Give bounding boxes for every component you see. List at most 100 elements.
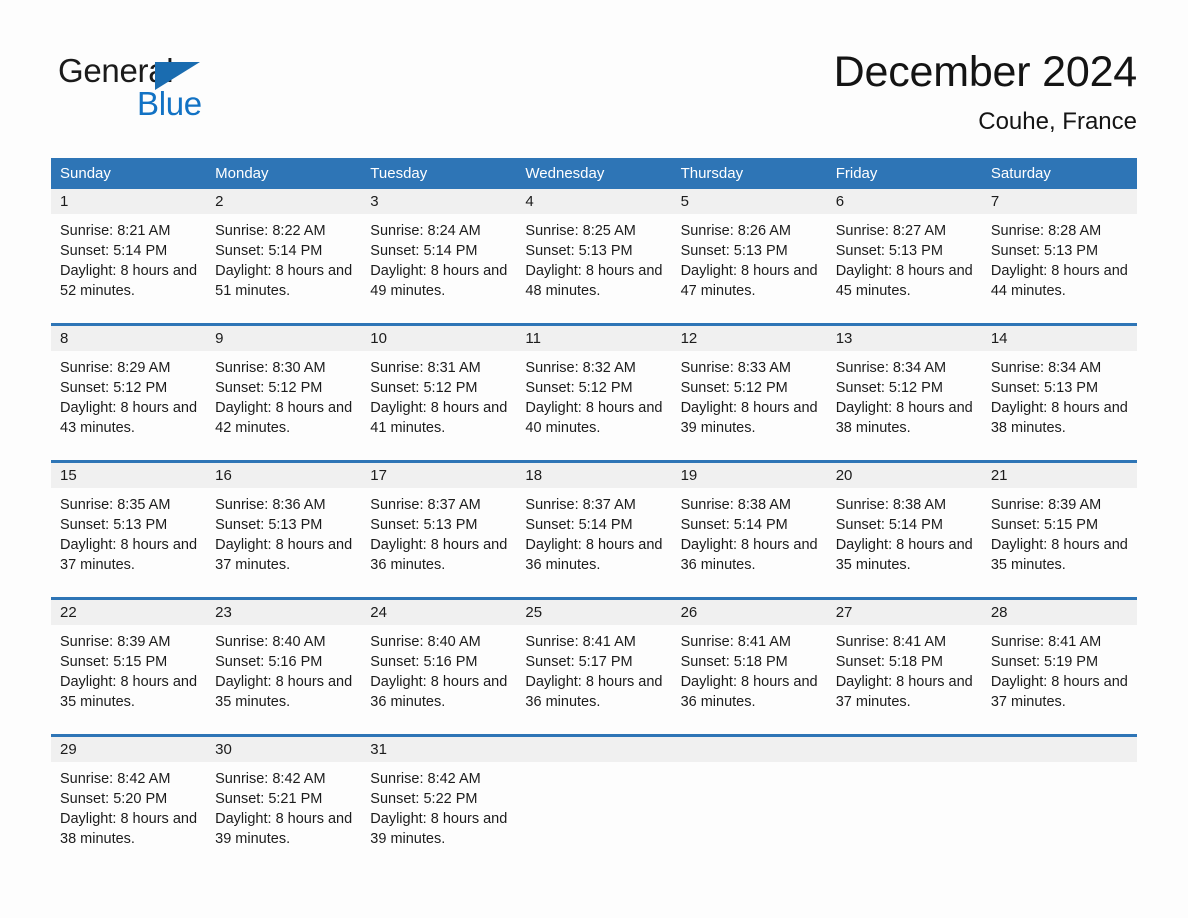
- day-number[interactable]: 29: [51, 737, 206, 762]
- day-number[interactable]: 25: [516, 600, 671, 625]
- day-cell[interactable]: Sunrise: 8:38 AM Sunset: 5:14 PM Dayligh…: [672, 488, 827, 597]
- day-cell[interactable]: Sunrise: 8:39 AM Sunset: 5:15 PM Dayligh…: [982, 488, 1137, 597]
- day-cell[interactable]: Sunrise: 8:41 AM Sunset: 5:18 PM Dayligh…: [672, 625, 827, 734]
- day-cell[interactable]: Sunrise: 8:42 AM Sunset: 5:22 PM Dayligh…: [361, 762, 516, 874]
- day-cell[interactable]: Sunrise: 8:27 AM Sunset: 5:13 PM Dayligh…: [827, 214, 982, 323]
- daylight-text: Daylight: 8 hours and 42 minutes.: [215, 400, 353, 436]
- day-cell[interactable]: Sunrise: 8:30 AM Sunset: 5:12 PM Dayligh…: [206, 351, 361, 460]
- day-cell[interactable]: Sunrise: 8:29 AM Sunset: 5:12 PM Dayligh…: [51, 351, 206, 460]
- day-number[interactable]: 26: [672, 600, 827, 625]
- day-number[interactable]: 10: [361, 326, 516, 351]
- day-number[interactable]: 2: [206, 189, 361, 214]
- day-number[interactable]: 27: [827, 600, 982, 625]
- day-cell[interactable]: Sunrise: 8:21 AM Sunset: 5:14 PM Dayligh…: [51, 214, 206, 323]
- day-cell[interactable]: Sunrise: 8:42 AM Sunset: 5:21 PM Dayligh…: [206, 762, 361, 874]
- sunset-text: Sunset: 5:13 PM: [990, 380, 1099, 396]
- day-number[interactable]: 5: [672, 189, 827, 214]
- sunrise-text: Sunrise: 8:21 AM: [60, 223, 171, 239]
- day-number[interactable]: 6: [827, 189, 982, 214]
- day-number[interactable]: 8: [51, 326, 206, 351]
- day-number[interactable]: 11: [516, 326, 671, 351]
- day-number-empty: [672, 737, 827, 762]
- day-detail-band: Sunrise: 8:29 AM Sunset: 5:12 PM Dayligh…: [51, 351, 1137, 460]
- day-cell[interactable]: Sunrise: 8:31 AM Sunset: 5:12 PM Dayligh…: [361, 351, 516, 460]
- sunset-text: Sunset: 5:13 PM: [215, 517, 323, 533]
- day-cell[interactable]: Sunrise: 8:41 AM Sunset: 5:17 PM Dayligh…: [516, 625, 671, 734]
- day-number[interactable]: 3: [361, 189, 516, 214]
- day-number[interactable]: 30: [206, 737, 361, 762]
- day-cell[interactable]: Sunrise: 8:32 AM Sunset: 5:12 PM Dayligh…: [516, 351, 671, 460]
- sunrise-text: Sunrise: 8:25 AM: [525, 223, 636, 239]
- day-number[interactable]: 18: [516, 463, 671, 488]
- day-number[interactable]: 9: [206, 326, 361, 351]
- day-cell[interactable]: Sunrise: 8:26 AM Sunset: 5:13 PM Dayligh…: [672, 214, 827, 323]
- sunset-text: Sunset: 5:15 PM: [60, 654, 168, 670]
- daylight-text: Daylight: 8 hours and 39 minutes.: [680, 400, 818, 436]
- sunrise-text: Sunrise: 8:41 AM: [990, 634, 1102, 650]
- sunrise-text: Sunrise: 8:34 AM: [990, 360, 1102, 376]
- week-row: 22 23 24 25 26 27 28 Sunrise: 8:39 AM Su…: [51, 597, 1137, 734]
- week-row: 15 16 17 18 19 20 21 Sunrise: 8:35 AM Su…: [51, 460, 1137, 597]
- day-cell[interactable]: Sunrise: 8:42 AM Sunset: 5:20 PM Dayligh…: [51, 762, 206, 874]
- day-cell[interactable]: Sunrise: 8:40 AM Sunset: 5:16 PM Dayligh…: [206, 625, 361, 734]
- sunset-text: Sunset: 5:22 PM: [370, 791, 478, 807]
- weekday-header-friday: Friday: [835, 165, 878, 182]
- day-number[interactable]: 31: [361, 737, 516, 762]
- day-cell-empty: [672, 762, 827, 874]
- day-number[interactable]: 17: [361, 463, 516, 488]
- sunset-text: Sunset: 5:19 PM: [990, 654, 1099, 670]
- day-cell-empty: [516, 762, 671, 874]
- day-number[interactable]: 13: [827, 326, 982, 351]
- day-number-empty: [516, 737, 671, 762]
- day-cell[interactable]: Sunrise: 8:28 AM Sunset: 5:13 PM Dayligh…: [982, 214, 1137, 323]
- daylight-text: Daylight: 8 hours and 37 minutes.: [835, 674, 973, 710]
- day-cell[interactable]: Sunrise: 8:36 AM Sunset: 5:13 PM Dayligh…: [206, 488, 361, 597]
- day-cell-empty: [827, 762, 982, 874]
- day-number[interactable]: 21: [982, 463, 1137, 488]
- brand-logo[interactable]: General Blue: [58, 52, 258, 132]
- day-number[interactable]: 19: [672, 463, 827, 488]
- day-cell[interactable]: Sunrise: 8:33 AM Sunset: 5:12 PM Dayligh…: [672, 351, 827, 460]
- day-cell[interactable]: Sunrise: 8:37 AM Sunset: 5:14 PM Dayligh…: [516, 488, 671, 597]
- sunrise-text: Sunrise: 8:36 AM: [215, 497, 326, 513]
- day-cell[interactable]: Sunrise: 8:37 AM Sunset: 5:13 PM Dayligh…: [361, 488, 516, 597]
- day-number[interactable]: 22: [51, 600, 206, 625]
- day-number-band: 22 23 24 25 26 27 28: [51, 600, 1137, 625]
- brand-name-blue: Blue: [137, 85, 202, 122]
- day-number[interactable]: 14: [982, 326, 1137, 351]
- sunset-text: Sunset: 5:13 PM: [370, 517, 478, 533]
- sunrise-text: Sunrise: 8:31 AM: [370, 360, 481, 376]
- day-number-band: 15 16 17 18 19 20 21: [51, 463, 1137, 488]
- day-number[interactable]: 15: [51, 463, 206, 488]
- day-number-empty: [982, 737, 1137, 762]
- day-cell[interactable]: Sunrise: 8:24 AM Sunset: 5:14 PM Dayligh…: [361, 214, 516, 323]
- day-cell[interactable]: Sunrise: 8:22 AM Sunset: 5:14 PM Dayligh…: [206, 214, 361, 323]
- day-cell[interactable]: Sunrise: 8:40 AM Sunset: 5:16 PM Dayligh…: [361, 625, 516, 734]
- daylight-text: Daylight: 8 hours and 35 minutes.: [835, 537, 973, 573]
- location-subtitle: Couhe, France: [978, 108, 1137, 135]
- day-cell[interactable]: Sunrise: 8:41 AM Sunset: 5:19 PM Dayligh…: [982, 625, 1137, 734]
- day-number[interactable]: 4: [516, 189, 671, 214]
- sunrise-text: Sunrise: 8:29 AM: [60, 360, 171, 376]
- day-cell[interactable]: Sunrise: 8:34 AM Sunset: 5:13 PM Dayligh…: [982, 351, 1137, 460]
- day-number[interactable]: 7: [982, 189, 1137, 214]
- sunset-text: Sunset: 5:12 PM: [680, 380, 788, 396]
- day-number[interactable]: 12: [672, 326, 827, 351]
- day-number[interactable]: 23: [206, 600, 361, 625]
- day-number[interactable]: 24: [361, 600, 516, 625]
- day-number[interactable]: 20: [827, 463, 982, 488]
- day-cell[interactable]: Sunrise: 8:41 AM Sunset: 5:18 PM Dayligh…: [827, 625, 982, 734]
- day-cell[interactable]: Sunrise: 8:25 AM Sunset: 5:13 PM Dayligh…: [516, 214, 671, 323]
- daylight-text: Daylight: 8 hours and 52 minutes.: [60, 263, 198, 299]
- day-cell[interactable]: Sunrise: 8:34 AM Sunset: 5:12 PM Dayligh…: [827, 351, 982, 460]
- day-detail-band: Sunrise: 8:35 AM Sunset: 5:13 PM Dayligh…: [51, 488, 1137, 597]
- week-row: 8 9 10 11 12 13 14 Sunrise: 8:29 AM Suns…: [51, 323, 1137, 460]
- day-cell[interactable]: Sunrise: 8:38 AM Sunset: 5:14 PM Dayligh…: [827, 488, 982, 597]
- day-cell[interactable]: Sunrise: 8:39 AM Sunset: 5:15 PM Dayligh…: [51, 625, 206, 734]
- day-number[interactable]: 28: [982, 600, 1137, 625]
- day-number[interactable]: 16: [206, 463, 361, 488]
- daylight-text: Daylight: 8 hours and 38 minutes.: [60, 811, 198, 847]
- day-cell[interactable]: Sunrise: 8:35 AM Sunset: 5:13 PM Dayligh…: [51, 488, 206, 597]
- day-number[interactable]: 1: [51, 189, 206, 214]
- daylight-text: Daylight: 8 hours and 36 minutes.: [370, 674, 508, 710]
